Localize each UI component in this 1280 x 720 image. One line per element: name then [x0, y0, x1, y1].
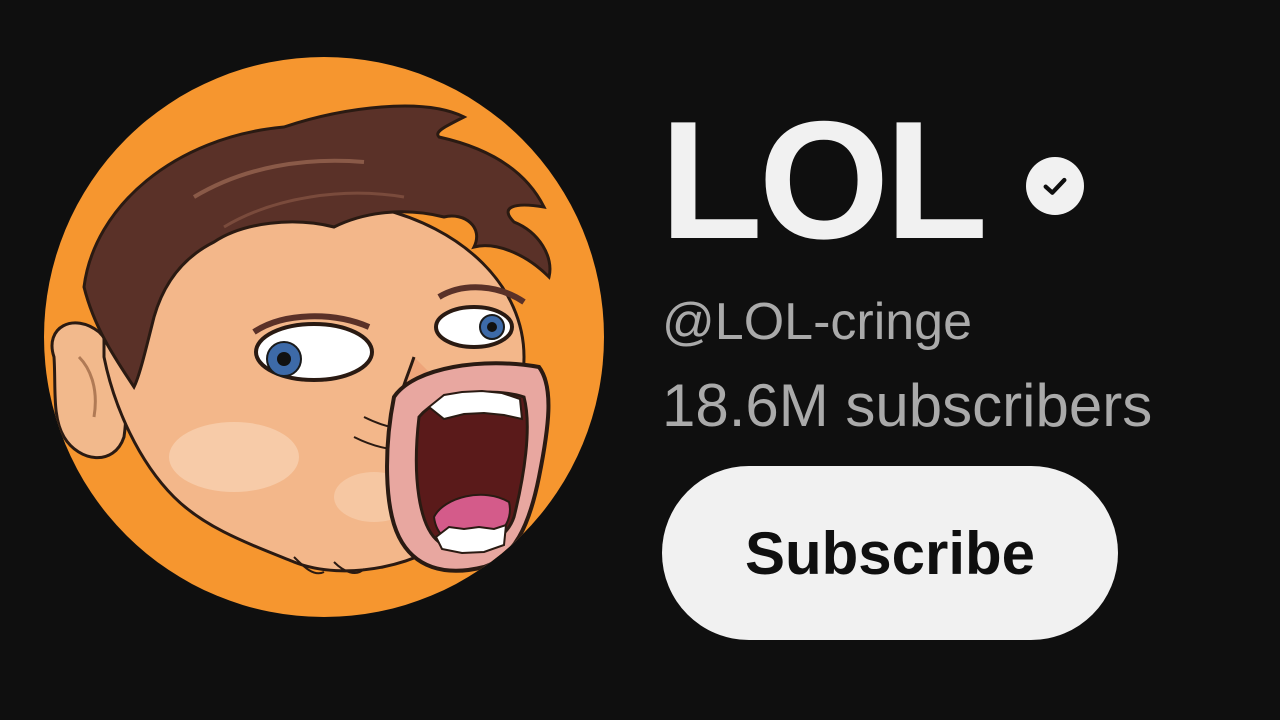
cartoon-face-avatar-image — [44, 57, 604, 617]
channel-avatar[interactable] — [44, 57, 604, 617]
subscribe-button[interactable]: Subscribe — [662, 466, 1118, 640]
channel-header: LOL @LOL-cringe 18.6M subscribers Subscr… — [0, 0, 1280, 720]
channel-name-row: LOL — [660, 96, 1084, 264]
subscriber-count: 18.6M subscribers — [662, 372, 1153, 439]
channel-name[interactable]: LOL — [660, 96, 988, 264]
channel-handle[interactable]: @LOL-cringe — [662, 296, 972, 348]
verified-check-icon — [1025, 157, 1084, 215]
